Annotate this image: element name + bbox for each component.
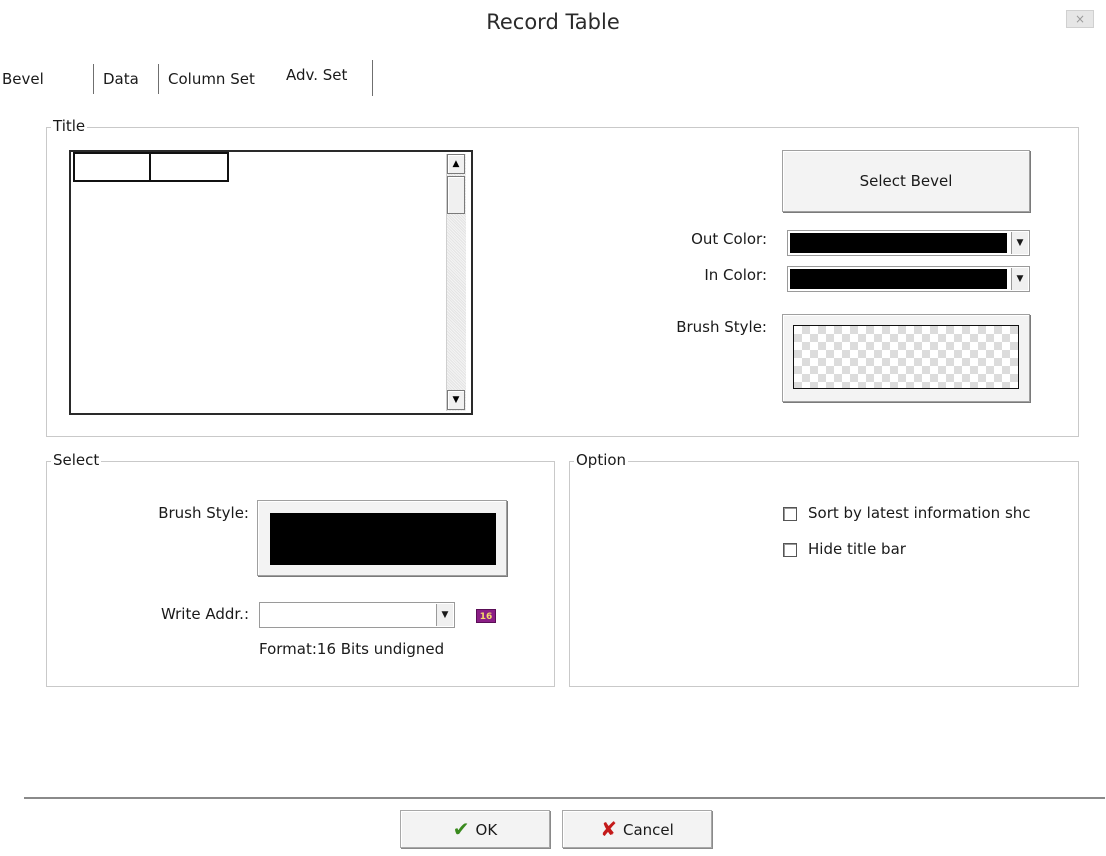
cancel-button[interactable]: ✘ Cancel	[562, 810, 712, 848]
bit-width-badge-icon[interactable]: 16	[476, 609, 496, 623]
write-addr-input[interactable]: ▼	[259, 602, 455, 628]
chevron-down-icon[interactable]: ▼	[1011, 232, 1028, 254]
scrollbar-thumb[interactable]	[447, 176, 465, 214]
window-title: Record Table	[486, 10, 620, 34]
in-color-select[interactable]: ▼	[787, 266, 1030, 292]
record-table-dialog: Record Table × Bevel Data Column Set Adv…	[0, 0, 1106, 856]
chevron-down-icon[interactable]: ▼	[436, 604, 453, 626]
check-icon: ✔	[452, 817, 470, 841]
out-color-swatch	[790, 233, 1007, 253]
select-bevel-button[interactable]: Select Bevel	[782, 150, 1030, 212]
format-text: Format:16 Bits undigned	[259, 640, 445, 658]
ok-label: OK	[475, 821, 498, 839]
arrow-up-icon[interactable]: ▲	[447, 154, 465, 174]
cancel-label: Cancel	[622, 821, 674, 839]
tab-column-set[interactable]: Column Set	[168, 62, 255, 96]
option-group-legend: Option	[574, 451, 629, 469]
in-color-label: In Color:	[704, 266, 767, 284]
sort-latest-checkbox[interactable]	[783, 507, 797, 521]
ok-button[interactable]: ✔ OK	[400, 810, 550, 848]
sort-latest-label[interactable]: Sort by latest information shc	[808, 504, 1074, 522]
brush-style-label: Brush Style:	[676, 318, 767, 336]
tab-bevel[interactable]: Bevel	[2, 62, 44, 96]
hide-title-bar-checkbox[interactable]	[783, 543, 797, 557]
write-addr-label: Write Addr.:	[160, 605, 249, 623]
tab-adv-set[interactable]: Adv. Set	[286, 58, 347, 92]
x-icon: ✘	[600, 817, 617, 841]
select-brush-style-button[interactable]	[257, 500, 507, 576]
arrow-down-icon[interactable]: ▼	[447, 390, 465, 410]
out-color-label: Out Color:	[691, 230, 767, 248]
brush-style-button[interactable]	[782, 314, 1030, 402]
tab-separator	[93, 64, 95, 94]
close-button[interactable]: ×	[1066, 10, 1094, 28]
in-color-swatch	[790, 269, 1007, 289]
brush-color-preview	[270, 513, 496, 565]
tab-separator	[372, 60, 374, 96]
title-group: Title ▲ ▼ Select Bevel Out Color: ▼ In C…	[46, 117, 1079, 437]
title-group-legend: Title	[51, 117, 88, 135]
tab-data[interactable]: Data	[103, 62, 139, 96]
title-cell-2[interactable]	[149, 152, 229, 182]
tab-separator	[158, 64, 160, 94]
out-color-select[interactable]: ▼	[787, 230, 1030, 256]
vertical-scrollbar[interactable]: ▲ ▼	[446, 154, 466, 411]
select-group: Select Brush Style: Write Addr.: ▼ 16 Fo…	[46, 451, 555, 687]
brush-pattern-preview	[793, 325, 1019, 389]
select-group-legend: Select	[51, 451, 102, 469]
title-bar: Record Table ×	[0, 0, 1106, 48]
title-cell-1[interactable]	[73, 152, 151, 182]
title-preview-list[interactable]: ▲ ▼	[69, 150, 473, 415]
select-brush-style-label: Brush Style:	[158, 504, 249, 522]
chevron-down-icon[interactable]: ▼	[1011, 268, 1028, 290]
option-group: Option Sort by latest information shc Hi…	[569, 451, 1079, 687]
hide-title-bar-label[interactable]: Hide title bar	[808, 540, 906, 558]
